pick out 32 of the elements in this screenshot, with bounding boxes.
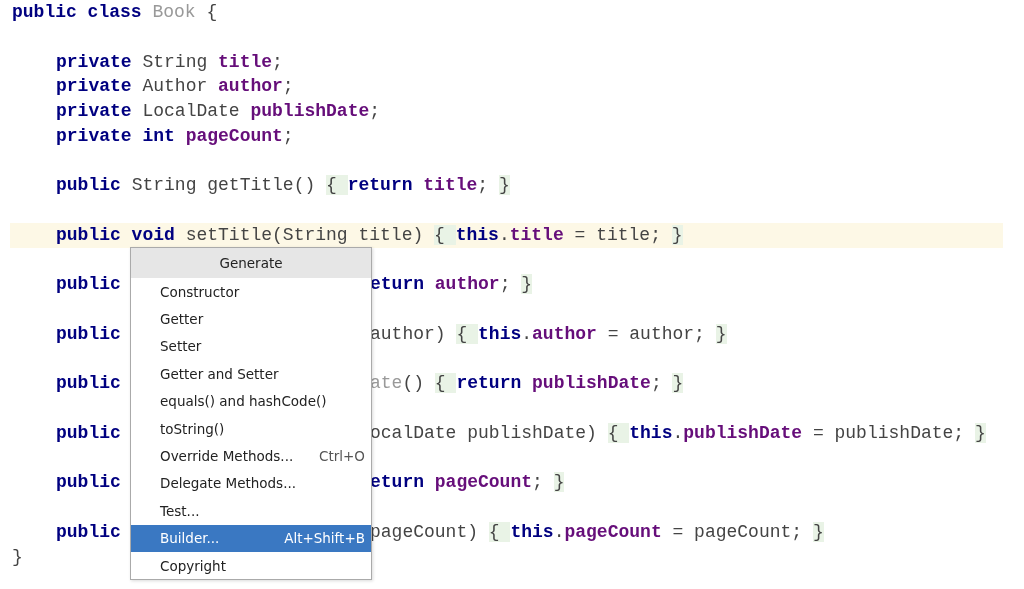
code-line: ate() { return publishDate; } xyxy=(370,372,684,396)
code-line: private int pageCount; xyxy=(56,124,294,148)
code-line: public xyxy=(56,421,121,445)
code-line: public class Book { xyxy=(12,1,218,24)
code-line: private String title; xyxy=(56,50,283,74)
code-line: public xyxy=(56,471,121,495)
menu-item[interactable]: Setter xyxy=(131,332,371,361)
code-line: public String getTitle() { return title; } xyxy=(56,174,510,198)
menu-item[interactable]: Getter and Setter xyxy=(131,360,371,388)
code-line: public void setTitle(String title) { this.title = title; } xyxy=(56,223,683,247)
code-line: eturn pageCount; } xyxy=(370,471,565,495)
code-line: private Author author; xyxy=(56,75,294,99)
code-line: private LocalDate publishDate; xyxy=(56,100,381,123)
code-line: author) { this.author = author; } xyxy=(370,322,727,346)
menu-item[interactable]: Builder... Alt+Shift+B xyxy=(131,524,371,552)
menu-item[interactable]: Copyright xyxy=(131,551,371,580)
code-line: public xyxy=(56,372,121,396)
menu-item[interactable]: Constructor xyxy=(131,278,371,306)
menu-item[interactable]: Delegate Methods... xyxy=(131,469,371,498)
menu-item[interactable]: Test... xyxy=(131,497,371,525)
menu-item[interactable]: Getter xyxy=(131,305,371,333)
menu-item[interactable]: Override Methods... Ctrl+O xyxy=(131,442,371,470)
menu-title: Generate xyxy=(131,248,371,278)
code-line: pageCount) { this.pageCount = pageCount; } xyxy=(370,520,824,544)
code-line: eturn author; } xyxy=(370,273,533,297)
code-line: ocalDate publishDate) { this.publishDate = publishDate; } xyxy=(370,421,986,445)
menu-item[interactable]: equals() and hashCode() xyxy=(131,387,371,415)
code-line: } xyxy=(12,545,23,569)
code-line: public xyxy=(56,322,121,346)
menu-item[interactable]: toString() xyxy=(131,414,371,443)
code-line: public xyxy=(56,520,121,544)
code-line: public xyxy=(56,273,121,297)
